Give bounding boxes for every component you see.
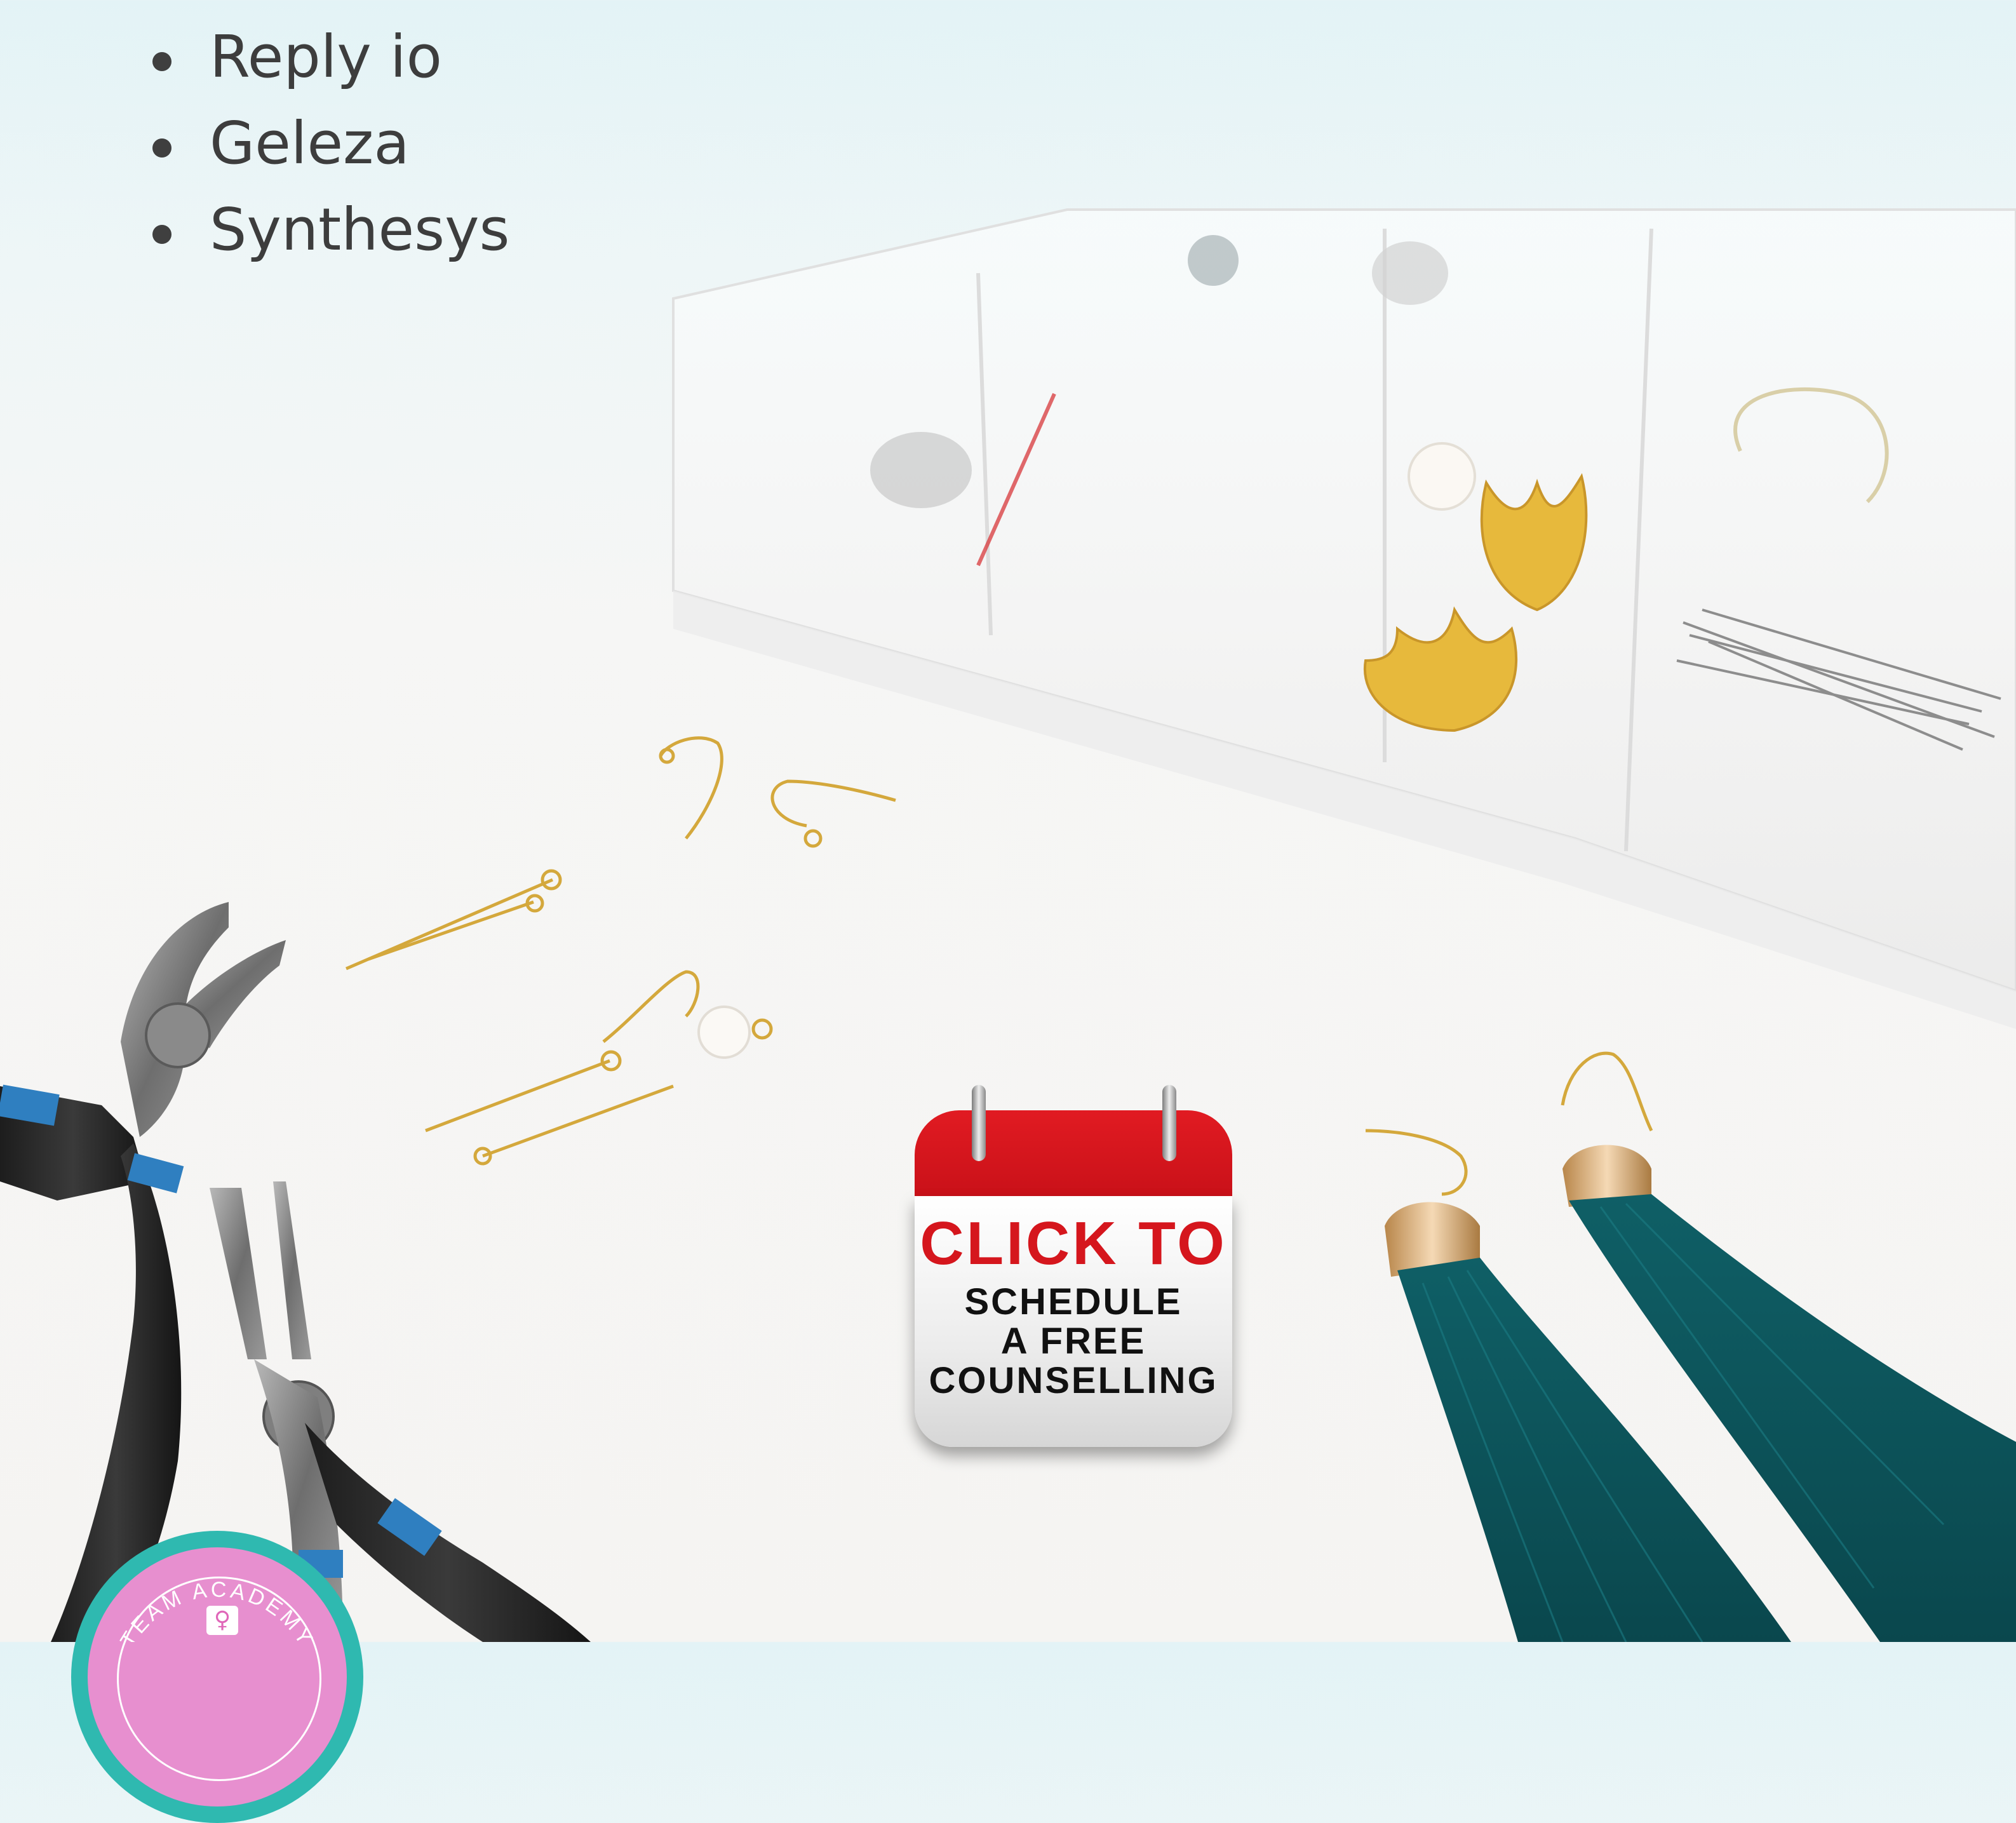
- schedule-counselling-button[interactable]: CLICK TO SCHEDULE A FREE COUNSELLING: [908, 1085, 1239, 1453]
- cta-line: A FREE: [1000, 1321, 1146, 1362]
- earring-findings: [346, 736, 896, 1166]
- female-symbol-icon: ♀: [206, 1606, 238, 1635]
- calendar-ring-icon: [1162, 1085, 1176, 1161]
- bullet-icon: [152, 138, 171, 158]
- bullet-icon: [152, 225, 171, 244]
- page: Reply io Geleza Synthesys CLICK TO SCHED…: [0, 0, 2016, 1823]
- cta-line: SCHEDULE: [964, 1281, 1183, 1322]
- bullet-icon: [152, 52, 171, 71]
- calendar-ring-icon: [972, 1085, 986, 1161]
- cta-headline: CLICK TO: [920, 1209, 1227, 1277]
- list-item-label: Synthesys: [210, 196, 510, 264]
- cta-line: COUNSELLING: [929, 1360, 1218, 1401]
- organizer-box: [672, 208, 2016, 1029]
- list-item-label: Geleza: [210, 109, 410, 177]
- list-item-label: Reply io: [210, 23, 442, 91]
- tassel-earrings: [1365, 1051, 2016, 1642]
